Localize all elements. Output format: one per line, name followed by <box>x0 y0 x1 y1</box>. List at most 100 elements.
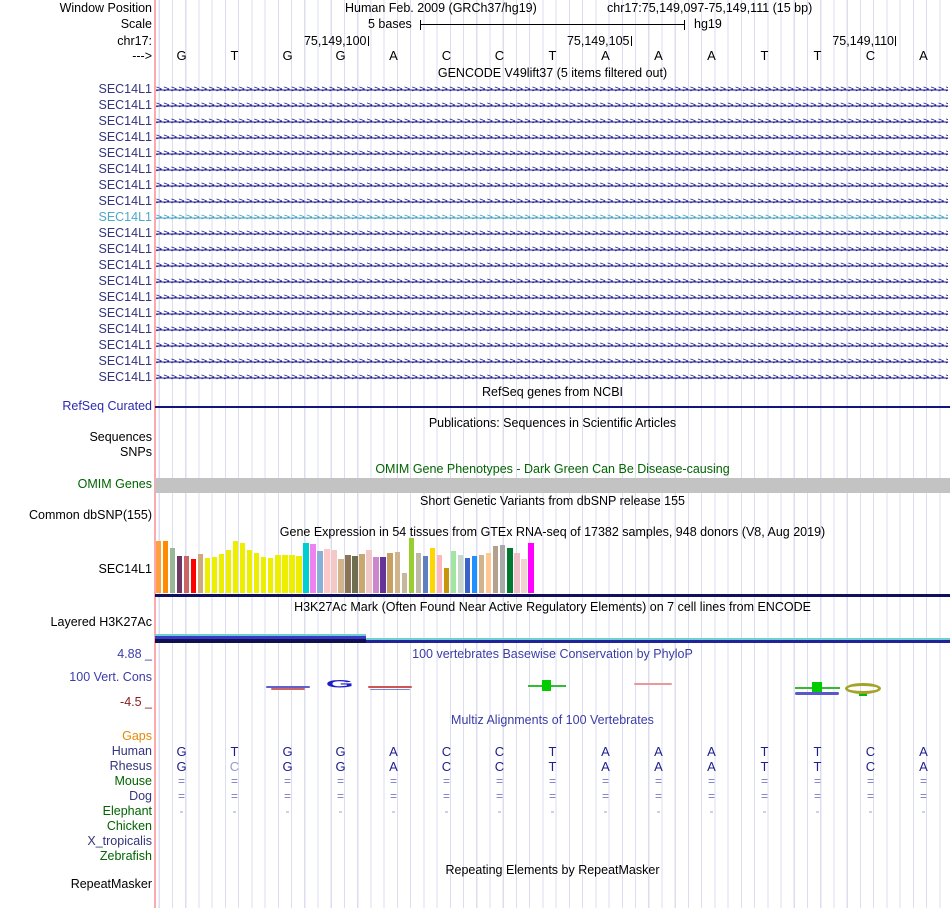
multiz-track-title[interactable]: Multiz Alignments of 100 Vertebrates <box>155 714 950 727</box>
gtex-tissue-bar[interactable] <box>443 568 450 593</box>
gencode-row-label[interactable]: SEC14L1 <box>98 338 152 352</box>
conservation-track-title[interactable]: 100 vertebrates Basewise Conservation by… <box>155 648 950 661</box>
sequences-label[interactable]: Sequences <box>89 431 152 444</box>
multiz-species-label-x_tropicalis[interactable]: X_tropicalis <box>87 834 152 848</box>
snps-label[interactable]: SNPs <box>120 446 152 459</box>
gencode-row-label[interactable]: SEC14L1 <box>98 130 152 144</box>
repeatmasker-track-title[interactable]: Repeating Elements by RepeatMasker <box>155 864 950 877</box>
gencode-transcript-line[interactable]: >>>>>>>>>>>>>>>>>>>>>>>>>>>>>>>>>>>>>>>>… <box>156 210 948 226</box>
gtex-track-title[interactable]: Gene Expression in 54 tissues from GTEx … <box>155 526 950 539</box>
gtex-tissue-bar[interactable] <box>338 559 344 593</box>
gtex-tissue-bar[interactable] <box>267 558 274 593</box>
gtex-tissue-bar[interactable] <box>260 557 267 593</box>
gtex-tissue-bar[interactable] <box>492 546 499 593</box>
multiz-species-label-mouse[interactable]: Mouse <box>114 774 152 788</box>
gtex-tissue-bar[interactable] <box>401 573 408 593</box>
multiz-species-label-gaps[interactable]: Gaps <box>122 729 152 743</box>
gtex-tissue-bar[interactable] <box>275 555 281 593</box>
multiz-species-label-human[interactable]: Human <box>112 744 152 758</box>
gtex-tissue-bar[interactable] <box>331 550 337 593</box>
refseq-curated-item[interactable] <box>155 406 950 408</box>
gencode-row-label[interactable]: SEC14L1 <box>98 242 152 256</box>
gtex-tissue-bar[interactable] <box>155 541 161 593</box>
omim-genes-item-bar[interactable] <box>155 478 950 493</box>
gencode-transcript-line[interactable]: >>>>>>>>>>>>>>>>>>>>>>>>>>>>>>>>>>>>>>>>… <box>156 194 948 210</box>
gtex-tissue-bar[interactable] <box>436 555 443 593</box>
gtex-tissue-bar[interactable] <box>499 545 506 593</box>
gencode-row-label[interactable]: SEC14L1 <box>98 274 152 288</box>
gtex-tissue-bar[interactable] <box>359 554 365 593</box>
gtex-tissue-bar[interactable] <box>296 556 302 593</box>
gtex-tissue-bar[interactable] <box>310 544 316 593</box>
gtex-gene-label[interactable]: SEC14L1 <box>98 563 152 576</box>
gtex-tissue-bar[interactable] <box>289 555 295 593</box>
gencode-row-label[interactable]: SEC14L1 <box>98 258 152 272</box>
gencode-transcript-line[interactable]: >>>>>>>>>>>>>>>>>>>>>>>>>>>>>>>>>>>>>>>>… <box>156 226 948 242</box>
refseq-track-title[interactable]: RefSeq genes from NCBI <box>155 386 950 399</box>
gencode-transcript-line[interactable]: >>>>>>>>>>>>>>>>>>>>>>>>>>>>>>>>>>>>>>>>… <box>156 370 948 386</box>
multiz-species-label-zebrafish[interactable]: Zebrafish <box>100 849 152 863</box>
gencode-row-label[interactable]: SEC14L1 <box>98 194 152 208</box>
repeatmasker-label[interactable]: RepeatMasker <box>71 878 152 891</box>
gtex-tissue-bar[interactable] <box>528 543 534 593</box>
multiz-species-label-dog[interactable]: Dog <box>129 789 152 803</box>
gencode-row-label[interactable]: SEC14L1 <box>98 226 152 240</box>
gtex-tissue-bar[interactable] <box>485 553 492 593</box>
refseq-curated-label[interactable]: RefSeq Curated <box>62 400 152 413</box>
gtex-tissue-bar[interactable] <box>457 555 464 593</box>
gencode-transcript-line[interactable]: >>>>>>>>>>>>>>>>>>>>>>>>>>>>>>>>>>>>>>>>… <box>156 354 948 370</box>
common-dbsnp-label[interactable]: Common dbSNP(155) <box>29 509 152 522</box>
gtex-tissue-bar[interactable] <box>303 543 309 593</box>
gencode-row-label[interactable]: SEC14L1 <box>98 98 152 112</box>
gtex-tissue-bar[interactable] <box>380 557 386 593</box>
gencode-row-label[interactable]: SEC14L1 <box>98 162 152 176</box>
gtex-tissue-bar[interactable] <box>345 555 351 593</box>
gtex-tissue-bar[interactable] <box>373 557 379 593</box>
gencode-transcript-line[interactable]: >>>>>>>>>>>>>>>>>>>>>>>>>>>>>>>>>>>>>>>>… <box>156 178 948 194</box>
gencode-transcript-line[interactable]: >>>>>>>>>>>>>>>>>>>>>>>>>>>>>>>>>>>>>>>>… <box>156 130 948 146</box>
gtex-tissue-bar[interactable] <box>218 554 225 593</box>
gencode-transcript-line[interactable]: >>>>>>>>>>>>>>>>>>>>>>>>>>>>>>>>>>>>>>>>… <box>156 338 948 354</box>
gtex-tissue-bar[interactable] <box>408 538 415 593</box>
gencode-transcript-line[interactable]: >>>>>>>>>>>>>>>>>>>>>>>>>>>>>>>>>>>>>>>>… <box>156 82 948 98</box>
gencode-transcript-line[interactable]: >>>>>>>>>>>>>>>>>>>>>>>>>>>>>>>>>>>>>>>>… <box>156 162 948 178</box>
gtex-tissue-bar[interactable] <box>225 550 232 593</box>
gtex-tissue-bar[interactable] <box>471 556 478 593</box>
gtex-tissue-bar[interactable] <box>394 552 401 593</box>
gtex-tissue-bar[interactable] <box>169 548 176 593</box>
gtex-tissue-bar[interactable] <box>450 551 457 593</box>
gencode-transcript-line[interactable]: >>>>>>>>>>>>>>>>>>>>>>>>>>>>>>>>>>>>>>>>… <box>156 290 948 306</box>
gtex-tissue-bar[interactable] <box>190 559 197 593</box>
gtex-tissue-bar[interactable] <box>282 555 288 593</box>
gtex-tissue-bar[interactable] <box>387 553 393 593</box>
publications-track-title[interactable]: Publications: Sequences in Scientific Ar… <box>155 417 950 430</box>
gtex-tissue-bar[interactable] <box>366 550 372 593</box>
gencode-row-label[interactable]: SEC14L1 <box>98 114 152 128</box>
gtex-tissue-bar[interactable] <box>478 555 485 593</box>
gtex-tissue-bar[interactable] <box>211 557 218 593</box>
gtex-tissue-bar[interactable] <box>521 559 527 593</box>
gtex-tissue-bar[interactable] <box>176 556 183 593</box>
layered-h3k27ac-label[interactable]: Layered H3K27Ac <box>51 616 152 629</box>
gencode-transcript-line[interactable]: >>>>>>>>>>>>>>>>>>>>>>>>>>>>>>>>>>>>>>>>… <box>156 322 948 338</box>
gtex-tissue-bar[interactable] <box>162 541 169 593</box>
dbsnp-track-title[interactable]: Short Genetic Variants from dbSNP releas… <box>155 495 950 508</box>
gtex-tissue-bar[interactable] <box>352 556 358 593</box>
gencode-transcript-line[interactable]: >>>>>>>>>>>>>>>>>>>>>>>>>>>>>>>>>>>>>>>>… <box>156 242 948 258</box>
gtex-tissue-bar[interactable] <box>204 558 211 593</box>
gencode-row-label[interactable]: SEC14L1 <box>98 370 152 384</box>
gtex-tissue-bar[interactable] <box>239 543 246 593</box>
gencode-transcript-line[interactable]: >>>>>>>>>>>>>>>>>>>>>>>>>>>>>>>>>>>>>>>>… <box>156 306 948 322</box>
gencode-transcript-line[interactable]: >>>>>>>>>>>>>>>>>>>>>>>>>>>>>>>>>>>>>>>>… <box>156 114 948 130</box>
multiz-species-label-chicken[interactable]: Chicken <box>107 819 152 833</box>
omim-track-title[interactable]: OMIM Gene Phenotypes - Dark Green Can Be… <box>155 463 950 476</box>
gtex-tissue-bar[interactable] <box>232 541 239 593</box>
gencode-row-label[interactable]: SEC14L1 <box>98 82 152 96</box>
gencode-transcript-line[interactable]: >>>>>>>>>>>>>>>>>>>>>>>>>>>>>>>>>>>>>>>>… <box>156 274 948 290</box>
gencode-transcript-line[interactable]: >>>>>>>>>>>>>>>>>>>>>>>>>>>>>>>>>>>>>>>>… <box>156 258 948 274</box>
gtex-tissue-bar[interactable] <box>183 556 190 593</box>
gencode-transcript-line[interactable]: >>>>>>>>>>>>>>>>>>>>>>>>>>>>>>>>>>>>>>>>… <box>156 98 948 114</box>
gtex-tissue-bar[interactable] <box>317 551 323 593</box>
omim-genes-label[interactable]: OMIM Genes <box>78 478 152 491</box>
gtex-tissue-bar[interactable] <box>197 554 204 593</box>
